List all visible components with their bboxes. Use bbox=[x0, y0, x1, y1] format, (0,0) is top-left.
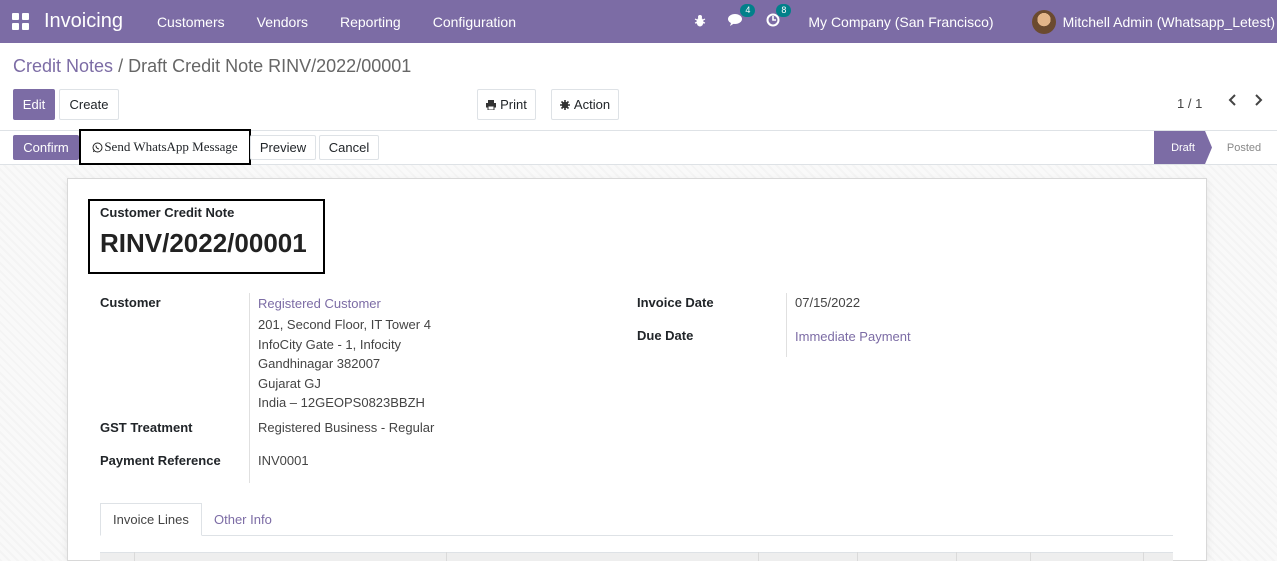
menu-customers[interactable]: Customers bbox=[141, 14, 241, 30]
document-number: RINV/2022/00001 bbox=[100, 228, 307, 258]
address-line: Gujarat GJ bbox=[258, 376, 321, 391]
address-line: Gandhinagar 382007 bbox=[258, 356, 381, 371]
gear-icon bbox=[559, 99, 570, 110]
pager-next-icon[interactable] bbox=[1254, 93, 1264, 112]
column-separator bbox=[956, 552, 957, 561]
print-label: Print bbox=[500, 97, 527, 112]
invoice-date-value[interactable]: 07/15/2022 bbox=[795, 295, 860, 310]
confirm-button[interactable]: Confirm bbox=[13, 135, 79, 160]
top-navbar: Invoicing Customers Vendors Reporting Co… bbox=[0, 0, 1277, 43]
address-line: 201, Second Floor, IT Tower 4 bbox=[258, 317, 431, 332]
invoice-lines-table-header bbox=[100, 552, 1173, 561]
tab-invoice-lines[interactable]: Invoice Lines bbox=[100, 503, 202, 536]
invoice-date-label: Invoice Date bbox=[637, 295, 714, 310]
send-whatsapp-label: Send WhatsApp Message bbox=[104, 139, 238, 154]
tab-other-info[interactable]: Other Info bbox=[202, 503, 284, 536]
customer-label: Customer bbox=[100, 295, 161, 310]
menu-configuration[interactable]: Configuration bbox=[417, 14, 532, 30]
action-button[interactable]: Action bbox=[551, 89, 619, 120]
gst-treatment-value[interactable]: Registered Business - Regular bbox=[258, 420, 434, 435]
status-bar: Confirm Send WhatsApp Message Preview Ca… bbox=[0, 129, 1277, 165]
whatsapp-icon bbox=[92, 142, 103, 152]
column-separator bbox=[1143, 552, 1144, 561]
activities-badge: 8 bbox=[776, 4, 792, 17]
bug-icon[interactable] bbox=[694, 14, 706, 30]
menu-vendors[interactable]: Vendors bbox=[241, 14, 324, 30]
app-brand[interactable]: Invoicing bbox=[44, 10, 123, 33]
user-avatar[interactable] bbox=[1031, 9, 1056, 34]
breadcrumb-current: Draft Credit Note RINV/2022/00001 bbox=[128, 56, 412, 76]
messages-badge: 4 bbox=[740, 4, 756, 17]
column-separator bbox=[134, 552, 135, 561]
column-separator bbox=[1030, 552, 1031, 561]
address-line: InfoCity Gate - 1, Infocity bbox=[258, 337, 402, 352]
due-date-value[interactable]: Immediate Payment bbox=[795, 329, 911, 344]
document-type: Customer Credit Note bbox=[100, 205, 235, 220]
messages-icon[interactable]: 4 bbox=[728, 4, 756, 30]
breadcrumb-separator: / bbox=[118, 56, 124, 76]
print-button[interactable]: Print bbox=[477, 89, 536, 120]
create-button[interactable]: Create bbox=[59, 89, 119, 120]
column-separator bbox=[446, 552, 447, 561]
activities-icon[interactable]: 8 bbox=[766, 4, 792, 30]
left-group-divider bbox=[249, 293, 250, 483]
pager-previous-icon[interactable] bbox=[1227, 93, 1237, 112]
column-separator bbox=[857, 552, 858, 561]
preview-button[interactable]: Preview bbox=[250, 135, 316, 160]
pager-value[interactable]: 1 / 1 bbox=[1177, 96, 1202, 111]
address-line: India – 12GEOPS0823BBZH bbox=[258, 395, 425, 410]
main-menu: Customers Vendors Reporting Configuratio… bbox=[141, 14, 532, 30]
column-separator bbox=[758, 552, 759, 561]
payment-reference-value[interactable]: INV0001 bbox=[258, 453, 309, 468]
stage-posted[interactable]: Posted bbox=[1214, 131, 1274, 164]
cancel-button[interactable]: Cancel bbox=[319, 135, 379, 160]
print-icon bbox=[486, 99, 497, 110]
stage-draft[interactable]: Draft bbox=[1154, 131, 1212, 164]
user-menu[interactable]: Mitchell Admin (Whatsapp_Letest) bbox=[1063, 14, 1275, 30]
gst-treatment-label: GST Treatment bbox=[100, 420, 193, 435]
edit-button[interactable]: Edit bbox=[13, 89, 55, 120]
due-date-label: Due Date bbox=[637, 328, 694, 343]
action-label: Action bbox=[573, 97, 611, 112]
send-whatsapp-button[interactable]: Send WhatsApp Message bbox=[79, 129, 251, 165]
breadcrumb: Credit Notes / Draft Credit Note RINV/20… bbox=[13, 56, 411, 77]
payment-reference-label: Payment Reference bbox=[100, 453, 221, 468]
breadcrumb-credit-notes[interactable]: Credit Notes bbox=[13, 56, 113, 76]
apps-menu-icon[interactable] bbox=[12, 13, 29, 30]
company-switcher[interactable]: My Company (San Francisco) bbox=[808, 14, 993, 30]
menu-reporting[interactable]: Reporting bbox=[324, 14, 417, 30]
systray: 4 8 My Company (San Francisco) Mitchell … bbox=[694, 0, 1277, 43]
right-group-divider bbox=[786, 293, 787, 357]
customer-link[interactable]: Registered Customer bbox=[258, 296, 381, 311]
